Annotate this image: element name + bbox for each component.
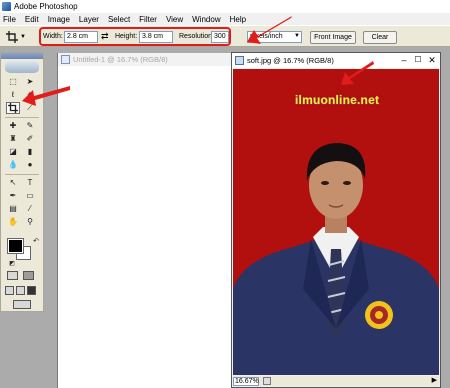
healing-brush-tool-icon[interactable]: ✚ — [6, 120, 20, 132]
untitled-document-title: Untitled-1 @ 16.7% (RGB/8) — [73, 55, 168, 64]
soft-document-title: soft.jpg @ 16.7% (RGB/8) — [247, 56, 334, 65]
menu-image[interactable]: Image — [48, 15, 70, 24]
photoshop-eye-logo[interactable] — [5, 61, 39, 73]
toolbox: ⬚ ➤ ℓ ✦ ⟋ ✚ ✎ ♜ ✐ ◪ ▮ 💧 ● ↖ T ✒ ▭ ▤ ⁄ ✋ … — [0, 52, 44, 312]
close-icon[interactable]: ✕ — [426, 54, 438, 66]
swap-colors-icon[interactable]: ↶ — [29, 236, 43, 248]
minimize-icon[interactable]: – — [398, 54, 410, 66]
menu-select[interactable]: Select — [108, 15, 130, 24]
eraser-tool-icon[interactable]: ◪ — [6, 146, 20, 158]
standard-mode-icon[interactable] — [7, 271, 18, 280]
foreground-color-swatch[interactable] — [7, 238, 24, 254]
pen-tool-icon[interactable]: ✒ — [6, 190, 20, 202]
document-icon — [61, 55, 70, 64]
scroll-right-icon[interactable]: ▶ — [432, 376, 437, 384]
crop-icon — [8, 103, 18, 113]
menu-layer[interactable]: Layer — [79, 15, 99, 24]
menu-window[interactable]: Window — [192, 15, 220, 24]
quick-mask-mode-icon[interactable] — [23, 271, 34, 280]
rectangle-tool-icon[interactable]: ▭ — [23, 190, 37, 202]
gradient-tool-icon[interactable]: ▮ — [23, 146, 37, 158]
resolution-unit-select[interactable]: pixels/inch ▼ — [247, 31, 302, 43]
history-brush-tool-icon[interactable]: ✐ — [23, 133, 37, 145]
clone-stamp-tool-icon[interactable]: ♜ — [6, 133, 20, 145]
menu-bar: File Edit Image Layer Select Filter View… — [0, 13, 450, 25]
status-info-icon[interactable] — [263, 377, 271, 385]
image-canvas[interactable]: ilmuonline.net — [233, 69, 439, 375]
portrait-photo — [233, 69, 439, 375]
front-image-button[interactable]: Front Image — [310, 31, 356, 44]
app-titlebar: Adobe Photoshop — [0, 0, 450, 13]
soft-document-titlebar[interactable]: soft.jpg @ 16.7% (RGB/8) – ☐ ✕ — [232, 53, 440, 68]
resolution-unit-value: pixels/inch — [250, 33, 283, 40]
path-selection-tool-icon[interactable]: ↖ — [6, 177, 20, 189]
document-icon — [235, 56, 244, 65]
chevron-down-icon: ▼ — [294, 33, 300, 39]
document-status-bar: 16.67% ▶ — [233, 376, 439, 386]
zoom-field[interactable]: 16.67% — [233, 376, 259, 386]
tool-preset-picker[interactable]: ▼ — [6, 30, 28, 44]
default-colors-icon[interactable]: ◩ — [5, 258, 19, 270]
watermark-text: ilmuonline.net — [295, 93, 380, 107]
menu-edit[interactable]: Edit — [25, 15, 39, 24]
jump-to-imageready-icon[interactable] — [13, 300, 31, 309]
annotation-highlight-box — [39, 27, 231, 46]
menu-help[interactable]: Help — [230, 15, 246, 24]
photoshop-app-icon — [2, 2, 11, 11]
magic-wand-tool-icon[interactable]: ✦ — [23, 89, 37, 101]
brush-tool-icon[interactable]: ✎ — [23, 120, 37, 132]
full-screen-mode-icon[interactable] — [27, 286, 36, 295]
toolbox-divider — [5, 174, 39, 175]
zoom-tool-icon[interactable]: ⚲ — [23, 216, 37, 228]
hand-tool-icon[interactable]: ✋ — [6, 216, 20, 228]
standard-screen-mode-icon[interactable] — [5, 286, 14, 295]
marquee-tool-icon[interactable]: ⬚ — [6, 76, 20, 88]
move-tool-icon[interactable]: ➤ — [23, 76, 37, 88]
soft-document-window[interactable]: soft.jpg @ 16.7% (RGB/8) – ☐ ✕ ilmuonlin… — [231, 52, 441, 388]
app-title: Adobe Photoshop — [14, 2, 78, 11]
chevron-down-icon: ▼ — [20, 34, 26, 40]
dodge-tool-icon[interactable]: ● — [23, 159, 37, 171]
crop-tool-icon[interactable] — [6, 102, 20, 114]
clear-button[interactable]: Clear — [363, 31, 397, 44]
crop-icon — [6, 31, 18, 43]
toolbox-header — [1, 53, 43, 59]
slice-tool-icon[interactable]: ⟋ — [23, 102, 37, 114]
notes-tool-icon[interactable]: ▤ — [6, 203, 20, 215]
menu-filter[interactable]: Filter — [139, 15, 157, 24]
eyedropper-tool-icon[interactable]: ⁄ — [23, 203, 37, 215]
blur-tool-icon[interactable]: 💧 — [6, 159, 20, 171]
menu-view[interactable]: View — [166, 15, 183, 24]
type-tool-icon[interactable]: T — [23, 177, 37, 189]
maximize-icon[interactable]: ☐ — [412, 54, 424, 66]
menu-file[interactable]: File — [3, 15, 16, 24]
toolbox-divider — [5, 117, 39, 118]
lasso-tool-icon[interactable]: ℓ — [6, 89, 20, 101]
full-screen-menu-mode-icon[interactable] — [16, 286, 25, 295]
